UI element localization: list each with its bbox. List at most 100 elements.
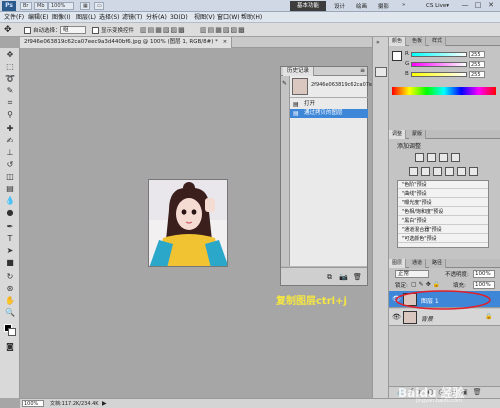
tab-swatches[interactable]: 色板 (409, 37, 427, 46)
distribute-icons[interactable]: ▥▤▦▧▨▩ (200, 26, 246, 34)
document-tab-close-icon[interactable]: × (223, 39, 228, 45)
black-white-icon[interactable] (445, 167, 454, 176)
cs-live-button[interactable]: CS Live▾ (426, 1, 449, 11)
menu-image[interactable]: 图像(I) (52, 13, 70, 22)
hand-tool-icon[interactable]: ✋ (4, 296, 16, 306)
move-tool-icon[interactable]: ✥ (4, 25, 12, 35)
quick-select-tool-icon[interactable]: ✎ (4, 86, 16, 96)
healing-brush-tool-icon[interactable]: ✚ (4, 124, 16, 134)
close-button[interactable]: ✕ (485, 1, 497, 10)
menu-view[interactable]: 视图(V) (194, 13, 215, 22)
status-menu-arrow-icon[interactable]: ▶ (102, 400, 107, 407)
tab-color[interactable]: 颜色 (389, 37, 407, 46)
workspace-design[interactable]: 设计 (334, 2, 345, 10)
document-tab[interactable]: 2f946e063819c62ca07eec9a3d440bf6.jpg @ 1… (20, 37, 233, 48)
new-document-from-state-icon[interactable]: ⧉ (327, 273, 332, 282)
eraser-tool-icon[interactable]: ◫ (4, 172, 16, 182)
menu-filter[interactable]: 滤镜(T) (122, 13, 142, 22)
shape-tool-icon[interactable]: ■ (4, 258, 16, 268)
preset-hue-saturation[interactable]: "色相/饱和度"预设 (398, 208, 488, 216)
background-color-swatch[interactable] (8, 328, 16, 336)
green-channel-slider[interactable] (411, 62, 467, 67)
tab-masks[interactable]: 蒙版 (409, 130, 427, 139)
blend-mode-dropdown[interactable]: 正常 (395, 270, 429, 278)
channel-mixer-icon[interactable] (469, 167, 478, 176)
crop-tool-icon[interactable]: ⌗ (4, 98, 16, 108)
workspace-painting[interactable]: 绘画 (356, 2, 367, 10)
history-item-open[interactable]: ▤ 打开 (290, 100, 368, 109)
eye-icon[interactable]: 👁 (392, 313, 401, 321)
marquee-tool-icon[interactable]: ⬚ (4, 62, 16, 72)
preset-levels[interactable]: "色阶"预设 (398, 181, 488, 189)
preset-channel-mixer[interactable]: "通道混合器"预设 (398, 226, 488, 234)
auto-select-dropdown[interactable]: 组 (60, 26, 86, 34)
fill-input[interactable]: 100% (473, 281, 495, 289)
preset-curves[interactable]: "曲线"预设 (398, 190, 488, 198)
quick-mask-icon[interactable]: ◙ (4, 342, 16, 352)
minimize-button[interactable]: — (459, 1, 471, 10)
pen-tool-icon[interactable]: ✒ (4, 222, 16, 232)
canvas-image[interactable] (148, 179, 228, 267)
lock-icons[interactable]: ▢✎✥🔒 (411, 281, 442, 288)
blue-channel-value[interactable]: 255 (469, 71, 485, 78)
preset-selective-color[interactable]: "可选颜色"预设 (398, 235, 488, 243)
foreground-color-swatch[interactable] (392, 51, 402, 61)
panel-menu-icon[interactable]: ≡ (360, 67, 365, 74)
menu-file[interactable]: 文件(F) (4, 13, 24, 22)
menu-edit[interactable]: 编辑(E) (28, 13, 48, 22)
history-item-layer-via-copy[interactable]: ▤ 通过拷贝的图层 (290, 109, 368, 118)
vibrance-icon[interactable] (409, 167, 418, 176)
preset-black-white[interactable]: "黑白"预设 (398, 217, 488, 225)
color-balance-icon[interactable] (433, 167, 442, 176)
curves-icon[interactable] (439, 153, 448, 162)
menu-help[interactable]: 帮助(H) (241, 13, 262, 22)
layer-row-background[interactable]: 👁 背景 🔒 (389, 309, 500, 326)
screen-mode-button[interactable]: ▭ (94, 2, 104, 10)
path-selection-tool-icon[interactable]: ➤ (4, 246, 16, 256)
layer-name[interactable]: 背景 (421, 314, 433, 323)
menu-3d[interactable]: 3D(D) (170, 13, 188, 22)
tab-channels[interactable]: 通道 (409, 259, 427, 268)
zoom-input[interactable]: 100% (22, 400, 44, 407)
tab-paths[interactable]: 路径 (429, 259, 447, 268)
trash-icon[interactable]: 🗑 (353, 273, 362, 281)
brightness-contrast-icon[interactable] (415, 153, 424, 162)
expand-panels-icon[interactable]: » (376, 39, 380, 46)
opacity-input[interactable]: 100% (473, 270, 495, 278)
history-panel-icon[interactable] (375, 67, 387, 77)
tab-styles[interactable]: 样式 (429, 37, 447, 46)
workspace-essentials[interactable]: 基本功能 (290, 1, 326, 11)
red-channel-value[interactable]: 255 (469, 51, 485, 58)
tab-adjustments[interactable]: 调整 (389, 130, 407, 139)
blur-tool-icon[interactable]: 💧 (4, 196, 16, 206)
maximize-button[interactable]: □ (472, 1, 484, 10)
3d-rotate-tool-icon[interactable]: ↻ (4, 272, 16, 282)
tab-layers[interactable]: 图层 (389, 259, 407, 268)
zoom-level-dropdown[interactable]: 100% (48, 2, 74, 10)
workspace-photography[interactable]: 摄影 (378, 2, 389, 10)
color-spectrum-bar[interactable] (392, 87, 496, 95)
photo-filter-icon[interactable] (457, 167, 466, 176)
eyedropper-tool-icon[interactable]: ⚲ (4, 110, 16, 120)
type-tool-icon[interactable]: T (4, 234, 16, 244)
3d-orbit-tool-icon[interactable]: ⊛ (4, 284, 16, 294)
show-transform-checkbox[interactable] (92, 27, 99, 34)
menu-analysis[interactable]: 分析(A) (146, 13, 167, 22)
brush-tool-icon[interactable]: ✍ (4, 136, 16, 146)
history-brush-tool-icon[interactable]: ↺ (4, 160, 16, 170)
lasso-tool-icon[interactable]: ➰ (4, 74, 16, 84)
history-snapshot[interactable]: 2f946e063819c62ca07e... (290, 76, 377, 98)
auto-select-checkbox[interactable] (24, 27, 31, 34)
gradient-tool-icon[interactable]: ▤ (4, 184, 16, 194)
clone-stamp-tool-icon[interactable]: ⊥ (4, 148, 16, 158)
menu-select[interactable]: 选择(S) (99, 13, 120, 22)
hue-saturation-icon[interactable] (421, 167, 430, 176)
zoom-tool-icon[interactable]: 🔍 (4, 308, 16, 318)
minibridge-button[interactable]: Mb (34, 2, 48, 10)
more-workspaces-button[interactable]: » (402, 2, 405, 8)
preset-exposure[interactable]: "曝光度"预设 (398, 199, 488, 207)
blue-channel-slider[interactable] (411, 72, 467, 77)
align-icons[interactable]: ▥▤▦▧▨▩ (140, 26, 186, 34)
levels-icon[interactable] (427, 153, 436, 162)
move-tool-icon[interactable]: ✥ (4, 50, 16, 60)
